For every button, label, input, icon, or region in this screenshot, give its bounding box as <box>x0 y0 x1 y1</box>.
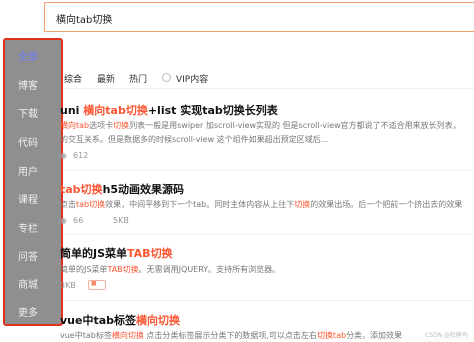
desc-text: 列表一般是用swiper 加scroll-view实现的 但是scroll-vi… <box>129 121 461 130</box>
tab-all[interactable]: 综合 <box>64 72 82 85</box>
category-sidebar: 全部 博客 下载 代码 用户 课程 专栏 问答 商城 更多 <box>3 38 63 326</box>
tab-vip[interactable]: VIP内容 <box>176 72 208 85</box>
search-input[interactable]: 横向tab切换 <box>44 2 474 32</box>
desc-highlight: 切换tab <box>316 331 347 340</box>
file-size: 3KB <box>60 281 76 290</box>
result-title[interactable]: 简单的JS菜单TAB切换 <box>60 245 173 261</box>
row-divider <box>63 300 474 301</box>
result-description: 点击tab切换效果，中间平移到下一个tab。同时主体内容从上往下切换的效果出场。… <box>60 199 462 210</box>
views-icon: ◉ <box>60 151 67 160</box>
desc-highlight: 横向tab <box>60 121 90 130</box>
result-title[interactable]: tab切换h5动画效果源码 <box>60 181 184 197</box>
title-text: +list 实现tab切换长列表 <box>147 104 278 117</box>
tabs-divider <box>63 88 474 89</box>
sidebar-item-course[interactable]: 课程 <box>5 191 61 206</box>
sidebar-item-blog[interactable]: 博客 <box>5 77 61 92</box>
search-query-text: 横向tab切换 <box>56 15 113 26</box>
desc-highlight: 切换 <box>294 200 311 209</box>
sidebar-item-code[interactable]: 代码 <box>5 134 61 149</box>
title-text: h5动画效果源码 <box>102 183 185 196</box>
sidebar-item-column[interactable]: 专栏 <box>5 220 61 235</box>
desc-text: 点击分类标签展示分类下的数据项,可以点击左右 <box>143 331 317 340</box>
views-count: 66 <box>73 216 84 225</box>
row-divider <box>63 234 474 235</box>
result-description-line2: 的交互关系。但是数据多的时候scroll-view 这个组件如果超出预定区域后.… <box>60 135 329 144</box>
desc-text: vue中tab标签 <box>60 331 112 340</box>
sidebar-item-mall[interactable]: 商城 <box>5 276 61 291</box>
search-results-page: 横向tab切换 全部 博客 下载 代码 用户 课程 专栏 问答 商城 更多 综合… <box>0 0 474 342</box>
tab-latest[interactable]: 最新 <box>97 72 115 85</box>
row-divider <box>63 170 474 171</box>
views-count: 612 <box>73 151 89 160</box>
title-text: uni <box>60 104 84 117</box>
desc-text: 点击 <box>60 200 76 209</box>
result-description: 简单的JS菜单TAB切换。无需调用JQUERY。支持所有浏览器。 <box>60 264 280 275</box>
views-icon: ◉ <box>60 216 67 225</box>
desc-text: 分类，添加效果 <box>346 331 403 340</box>
watermark: CSDN @杜鹃鸟 <box>424 332 468 339</box>
desc-text: 简单的JS菜单 <box>60 265 108 274</box>
title-text: 简单的JS菜单 <box>60 247 128 260</box>
vip-tag-icon: ■ <box>91 280 97 287</box>
result-description: 横向tab选项卡切换列表一般是用swiper 加scroll-view实现的 但… <box>60 120 461 131</box>
desc-text: 选项卡 <box>89 121 114 130</box>
desc-highlight: 横向切换 <box>111 331 144 340</box>
tab-hot[interactable]: 热门 <box>129 72 147 85</box>
title-highlight: tab切换 <box>60 183 103 196</box>
sidebar-item-qa[interactable]: 问答 <box>5 248 61 263</box>
desc-text: 效果，中间平移到下一个tab。同时主体内容从上往下 <box>105 200 295 209</box>
desc-highlight: TAB切换 <box>107 265 139 274</box>
sidebar-item-more[interactable]: 更多 <box>5 304 61 319</box>
title-highlight: 横向tab切换 <box>83 104 148 117</box>
desc-text: 的效果出场。后一个把前一个挤出去的效果 <box>310 200 463 209</box>
sidebar-item-user[interactable]: 用户 <box>5 163 61 178</box>
vip-toggle-icon[interactable] <box>162 73 171 82</box>
desc-highlight: tab切换 <box>76 200 106 209</box>
result-description: vue中tab标签横向切换 点击分类标签展示分类下的数据项,可以点击左右切换ta… <box>60 330 402 341</box>
result-title[interactable]: uni 横向tab切换+list 实现tab切换长列表 <box>60 102 278 118</box>
file-size: 5KB <box>113 216 129 225</box>
sidebar-item-all[interactable]: 全部 <box>5 48 61 63</box>
result-title[interactable]: vue中tab标签横向切换 <box>60 312 180 328</box>
vip-tag-badge: ■ <box>88 280 106 290</box>
title-highlight: 横向切换 <box>136 314 181 327</box>
title-text: vue中tab标签 <box>60 314 137 327</box>
sidebar-item-download[interactable]: 下载 <box>5 105 61 120</box>
title-highlight: TAB切换 <box>127 247 173 260</box>
desc-text: 。无需调用JQUERY。支持所有浏览器。 <box>138 265 281 274</box>
desc-highlight: 切换 <box>113 121 130 130</box>
